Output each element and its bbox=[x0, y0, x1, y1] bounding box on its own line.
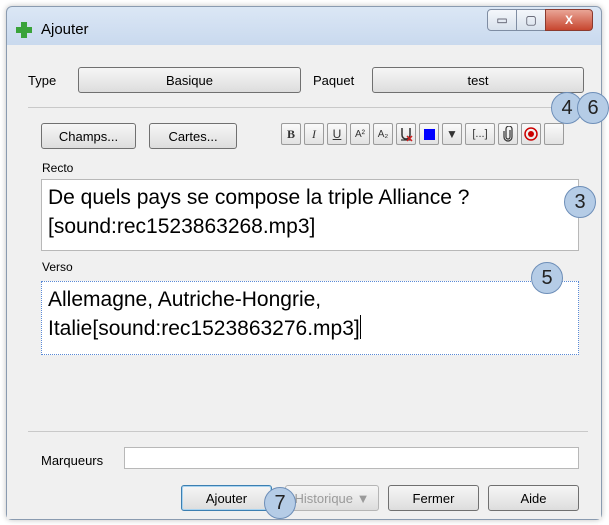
close-button[interactable]: Fermer bbox=[388, 485, 479, 511]
callout-badge-7: 7 bbox=[264, 487, 296, 519]
divider bbox=[28, 107, 588, 108]
underline-button[interactable]: U bbox=[327, 123, 347, 145]
dropdown-arrow-icon: ▼ bbox=[446, 127, 458, 141]
deck-button[interactable]: test bbox=[372, 67, 584, 93]
help-button[interactable]: Aide bbox=[488, 485, 579, 511]
record-audio-button[interactable] bbox=[521, 123, 541, 145]
maximize-button[interactable]: ▢ bbox=[516, 9, 546, 31]
add-dialog-window: Ajouter ▭ ▢ X Type Basique Paquet test C… bbox=[6, 6, 602, 520]
superscript-button[interactable]: A² bbox=[350, 123, 370, 145]
text-color-button[interactable] bbox=[419, 123, 439, 145]
dialog-body: Type Basique Paquet test Champs... Carte… bbox=[7, 45, 601, 519]
front-label: Recto bbox=[42, 161, 74, 175]
back-field-text: Allemagne, Autriche-Hongrie, Italie[soun… bbox=[48, 288, 360, 340]
history-button[interactable]: Historique ▼ bbox=[285, 485, 379, 511]
back-field[interactable]: Allemagne, Autriche-Hongrie, Italie[soun… bbox=[41, 281, 579, 355]
bold-button[interactable]: B bbox=[281, 123, 301, 145]
callout-badge-3: 3 bbox=[564, 186, 596, 218]
add-button[interactable]: Ajouter bbox=[181, 485, 272, 511]
record-icon bbox=[524, 127, 538, 141]
text-caret bbox=[359, 315, 361, 339]
subscript-button[interactable]: A₂ bbox=[373, 123, 393, 145]
close-window-button[interactable]: X bbox=[545, 9, 593, 31]
type-label: Type bbox=[28, 73, 57, 88]
format-toolbar: B I U A² A₂ ▼ [...] bbox=[281, 123, 567, 149]
color-swatch-icon bbox=[423, 128, 435, 140]
more-options-button[interactable] bbox=[544, 123, 564, 145]
italic-button[interactable]: I bbox=[304, 123, 324, 145]
attach-button[interactable] bbox=[498, 123, 518, 145]
clear-format-icon bbox=[401, 128, 413, 142]
paperclip-icon bbox=[503, 126, 513, 142]
divider bbox=[28, 431, 588, 432]
front-field[interactable]: De quels pays se compose la triple Allia… bbox=[41, 179, 579, 251]
tags-input[interactable] bbox=[124, 447, 579, 469]
titlebar: Ajouter ▭ ▢ X bbox=[7, 7, 601, 45]
tags-label: Marqueurs bbox=[41, 453, 104, 468]
callout-badge-5: 5 bbox=[531, 262, 563, 294]
window-title: Ajouter bbox=[41, 21, 89, 38]
cloze-button[interactable]: [...] bbox=[465, 123, 495, 145]
callout-badge-6: 6 bbox=[577, 92, 609, 124]
minimize-button[interactable]: ▭ bbox=[487, 9, 517, 31]
remove-format-button[interactable] bbox=[396, 123, 416, 145]
fields-button[interactable]: Champs... bbox=[41, 123, 136, 149]
color-dropdown-button[interactable]: ▼ bbox=[442, 123, 462, 145]
window-controls: ▭ ▢ X bbox=[487, 9, 593, 31]
back-label: Verso bbox=[42, 260, 73, 274]
note-type-button[interactable]: Basique bbox=[78, 67, 301, 93]
add-plus-icon bbox=[16, 22, 32, 38]
cards-button[interactable]: Cartes... bbox=[149, 123, 237, 149]
deck-label: Paquet bbox=[313, 73, 355, 88]
